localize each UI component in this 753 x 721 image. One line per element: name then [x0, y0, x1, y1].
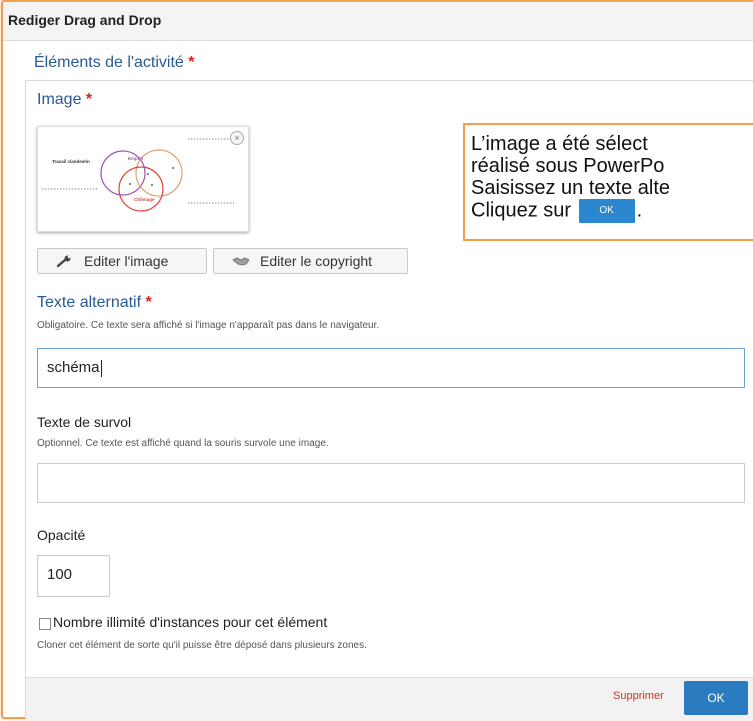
callout-line-2: réalisé sous PowerPo: [471, 155, 665, 177]
edit-image-label: Editer l'image: [84, 253, 169, 269]
image-thumbnail[interactable]: Travail clandestin Emploi Chômage ×: [37, 126, 249, 232]
remove-image-icon[interactable]: ×: [230, 131, 244, 145]
required-mark: *: [145, 294, 152, 311]
hover-text-label: Texte de survol: [37, 414, 132, 430]
alt-text-input[interactable]: schéma: [37, 348, 745, 388]
edit-copyright-button[interactable]: Editer le copyright: [213, 248, 408, 274]
required-mark: *: [188, 54, 195, 71]
alt-text-label: Texte alternatif *: [37, 294, 152, 312]
thumb-label-top: Emploi: [128, 156, 143, 161]
alt-text-label-text: Texte alternatif: [37, 294, 142, 311]
wrench-icon: [56, 255, 71, 268]
callout-line-1: L’image a été sélect: [471, 133, 648, 155]
thumb-dot: [147, 173, 149, 175]
handshake-icon: [232, 257, 250, 266]
unlimited-instances-checkbox[interactable]: [39, 618, 51, 630]
callout-line-3: Saisissez un texte alte: [471, 177, 670, 199]
alt-text-value: schéma: [47, 359, 100, 376]
thumb-dot: [151, 184, 153, 186]
thumb-label-bottom: Chômage: [134, 197, 155, 202]
image-label-text: Image: [37, 91, 82, 108]
edit-image-button[interactable]: Editer l'image: [37, 248, 207, 274]
callout-ok-chip: OK: [578, 199, 635, 223]
unlimited-instances-label: Nombre illimité d'instances pour cet élé…: [53, 614, 328, 630]
section-title-text: Éléments de l'activité: [34, 54, 184, 71]
callout-line-4-prefix: Cliquez sur: [471, 199, 572, 222]
edit-copyright-label: Editer le copyright: [260, 253, 373, 269]
callout-line-4: Cliquez sur OK.: [471, 199, 753, 223]
thumb-dot: [172, 167, 174, 169]
thumb-dot: [129, 183, 131, 185]
callout-line-4-suffix: .: [636, 199, 643, 222]
hover-text-input[interactable]: [37, 463, 745, 503]
ok-button[interactable]: OK: [684, 681, 748, 715]
delete-link[interactable]: Supprimer: [613, 690, 664, 702]
opacity-label: Opacité: [37, 527, 86, 543]
hover-text-help: Optionnel. Ce texte est affiché quand la…: [37, 438, 329, 449]
tutorial-callout: L’image a été sélect réalisé sous PowerP…: [463, 123, 753, 241]
diagram-thumbnail-svg: Travail clandestin Emploi Chômage: [42, 138, 234, 212]
image-label: Image *: [37, 91, 92, 109]
alt-text-help: Obligatoire. Ce texte sera affiché si l'…: [37, 320, 380, 331]
dialog-titlebar: Rediger Drag and Drop: [3, 2, 753, 41]
circle-red: [118, 166, 164, 212]
text-cursor: [100, 359, 102, 377]
opacity-input[interactable]: 100: [37, 555, 110, 597]
ok-button-label: OK: [707, 691, 725, 705]
thumb-label-left: Travail clandestin: [52, 159, 90, 164]
required-mark: *: [85, 91, 93, 108]
dialog-title: Rediger Drag and Drop: [8, 12, 162, 28]
opacity-value: 100: [47, 566, 73, 583]
section-title: Éléments de l'activité *: [34, 54, 194, 72]
unlimited-instances-help: Cloner cet élément de sorte qu'il puisse…: [37, 640, 367, 651]
